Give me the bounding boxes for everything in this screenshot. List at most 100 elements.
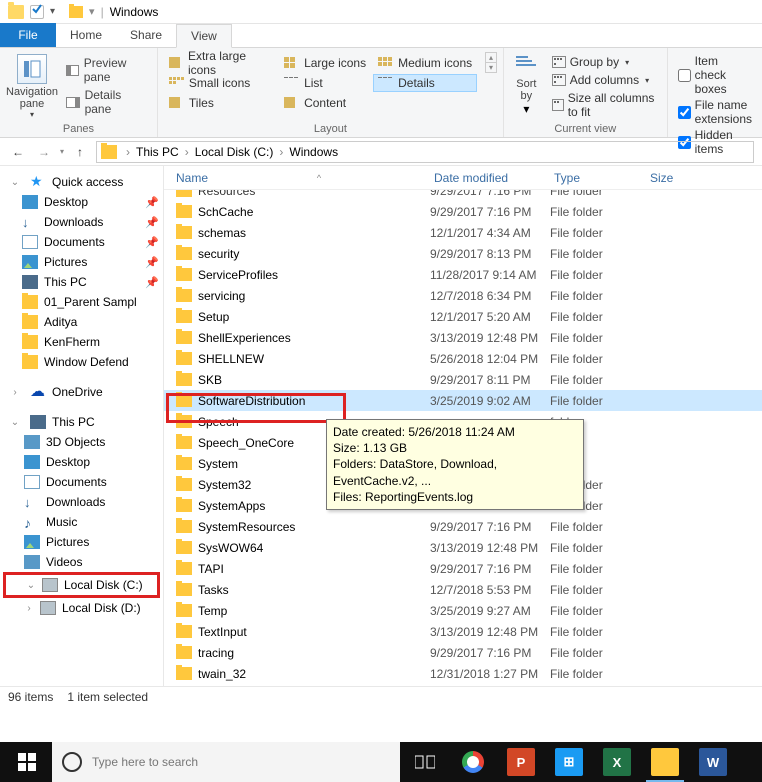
taskbar-explorer[interactable] — [642, 742, 688, 782]
taskbar-chrome[interactable] — [450, 742, 496, 782]
sidebar-folder[interactable]: KenFherm — [0, 332, 163, 352]
folder-icon — [176, 352, 192, 365]
qa-customize-icon[interactable]: ▾ — [89, 5, 95, 18]
sidebar-local-disk-c[interactable]: ⌄Local Disk (C:) — [6, 575, 157, 595]
qa-save-icon[interactable] — [30, 5, 44, 19]
size-columns-button[interactable]: Size all columns to fit — [549, 90, 661, 120]
folder-icon — [176, 625, 192, 638]
file-row[interactable]: security9/29/2017 8:13 PMFile folder — [164, 243, 762, 264]
qa-dropdown-icon[interactable]: ▾ — [50, 6, 55, 17]
layout-large[interactable]: Large icons — [279, 54, 371, 72]
layout-tiles[interactable]: Tiles — [164, 94, 277, 112]
start-button[interactable] — [4, 742, 50, 782]
sidebar-onedrive[interactable]: ›OneDrive — [0, 382, 163, 402]
chevron-down-icon: ▾ — [30, 110, 34, 119]
sidebar-pictures-2[interactable]: Pictures — [0, 532, 163, 552]
file-row[interactable]: TextInput3/13/2019 12:48 PMFile folder — [164, 621, 762, 642]
back-button[interactable]: ← — [8, 142, 28, 162]
layout-details[interactable]: Details — [373, 74, 477, 92]
task-view-button[interactable] — [402, 742, 448, 782]
file-row[interactable]: Resources9/29/2017 7:16 PMFile folder — [164, 190, 762, 201]
taskbar-search[interactable]: Type here to search — [52, 742, 400, 782]
folder-icon — [176, 394, 192, 407]
sort-by-button[interactable]: Sort by ▾ — [510, 52, 543, 123]
file-row[interactable]: tracing9/29/2017 7:16 PMFile folder — [164, 642, 762, 663]
column-date[interactable]: Date modified — [430, 166, 550, 189]
address-bar[interactable]: › This PC › Local Disk (C:) › Windows — [96, 141, 754, 163]
item-checkboxes-toggle[interactable]: Item check boxes — [678, 54, 752, 96]
sidebar-this-pc[interactable]: This PC📌 — [0, 272, 163, 292]
sidebar-downloads[interactable]: Downloads📌 — [0, 212, 163, 232]
tab-file[interactable]: File — [0, 23, 56, 47]
sidebar-local-disk-d[interactable]: ›Local Disk (D:) — [0, 598, 163, 618]
column-size[interactable]: Size — [646, 166, 762, 189]
column-headers: Name^ Date modified Type Size — [164, 166, 762, 190]
file-row[interactable]: SysWOW643/13/2019 12:48 PMFile folder — [164, 537, 762, 558]
sidebar-desktop[interactable]: Desktop📌 — [0, 192, 163, 212]
tab-view[interactable]: View — [176, 24, 232, 48]
sidebar-folder[interactable]: Aditya — [0, 312, 163, 332]
breadcrumb-windows[interactable]: Windows — [289, 145, 338, 159]
sidebar-desktop-2[interactable]: Desktop — [0, 452, 163, 472]
file-row[interactable]: SchCache9/29/2017 7:16 PMFile folder — [164, 201, 762, 222]
sidebar-folder[interactable]: 01_Parent Sampl — [0, 292, 163, 312]
layout-list[interactable]: List — [279, 74, 371, 92]
ribbon-tabs: File Home Share View — [0, 24, 762, 48]
column-type[interactable]: Type — [550, 166, 646, 189]
sidebar-pictures[interactable]: Pictures📌 — [0, 252, 163, 272]
sidebar-videos[interactable]: Videos — [0, 552, 163, 572]
folder-icon — [176, 268, 192, 281]
file-row[interactable]: ServiceProfiles11/28/2017 9:14 AMFile fo… — [164, 264, 762, 285]
layout-extra-large[interactable]: Extra large icons — [164, 54, 277, 72]
preview-pane-button[interactable]: Preview pane — [66, 56, 149, 84]
file-row[interactable]: SystemResources9/29/2017 7:16 PMFile fol… — [164, 516, 762, 537]
sidebar-3d-objects[interactable]: 3D Objects — [0, 432, 163, 452]
taskbar-appstore[interactable]: ⊞ — [546, 742, 592, 782]
file-row[interactable]: Tasks12/7/2018 5:53 PMFile folder — [164, 579, 762, 600]
tab-share[interactable]: Share — [116, 23, 176, 47]
file-row[interactable]: Temp3/25/2019 9:27 AMFile folder — [164, 600, 762, 621]
group-by-button[interactable]: Group by▾ — [549, 54, 661, 70]
file-row[interactable]: ShellExperiences3/13/2019 12:48 PMFile f… — [164, 327, 762, 348]
sidebar-music[interactable]: Music — [0, 512, 163, 532]
file-row[interactable]: TAPI9/29/2017 7:16 PMFile folder — [164, 558, 762, 579]
sidebar-documents[interactable]: Documents📌 — [0, 232, 163, 252]
sidebar-folder[interactable]: Window Defend — [0, 352, 163, 372]
details-pane-button[interactable]: Details pane — [66, 88, 149, 116]
file-row[interactable]: Vss9/29/2017 8:13 PMFile folder — [164, 684, 762, 686]
file-row[interactable]: SKB9/29/2017 8:11 PMFile folder — [164, 369, 762, 390]
layout-content[interactable]: Content — [279, 94, 371, 112]
column-name[interactable]: Name^ — [172, 166, 430, 189]
add-columns-button[interactable]: Add columns▾ — [549, 72, 661, 88]
up-button[interactable]: ↑ — [70, 142, 90, 162]
folder-icon — [176, 247, 192, 260]
folder-icon — [176, 562, 192, 575]
file-row[interactable]: servicing12/7/2018 6:34 PMFile folder — [164, 285, 762, 306]
file-row[interactable]: SHELLNEW5/26/2018 12:04 PMFile folder — [164, 348, 762, 369]
forward-button[interactable]: → — [34, 142, 54, 162]
taskbar-word[interactable]: W — [690, 742, 736, 782]
file-row[interactable]: schemas12/1/2017 4:34 AMFile folder — [164, 222, 762, 243]
file-row[interactable]: SoftwareDistribution3/25/2019 9:02 AMFil… — [164, 390, 762, 411]
sidebar-quick-access[interactable]: ⌄Quick access — [0, 172, 163, 192]
tab-home[interactable]: Home — [56, 23, 116, 47]
file-row[interactable]: Setup12/1/2017 5:20 AMFile folder — [164, 306, 762, 327]
sidebar-this-pc-2[interactable]: ⌄This PC — [0, 412, 163, 432]
folder-icon — [176, 415, 192, 428]
navigation-pane-button[interactable]: Navigation pane ▾ — [6, 52, 58, 123]
sidebar-documents-2[interactable]: Documents — [0, 472, 163, 492]
layout-scroll[interactable]: ▴▾ — [485, 52, 497, 73]
folder-icon — [176, 646, 192, 659]
sidebar-downloads-2[interactable]: Downloads — [0, 492, 163, 512]
folder-icon — [101, 145, 117, 159]
taskbar-excel[interactable]: X — [594, 742, 640, 782]
file-row[interactable]: twain_3212/31/2018 1:27 PMFile folder — [164, 663, 762, 684]
breadcrumb-this-pc[interactable]: This PC — [136, 145, 179, 159]
layout-medium[interactable]: Medium icons — [373, 54, 477, 72]
taskbar-powerpoint[interactable]: P — [498, 742, 544, 782]
history-dropdown[interactable]: ▾ — [60, 147, 64, 156]
layout-small[interactable]: Small icons — [164, 74, 277, 92]
file-extensions-toggle[interactable]: File name extensions — [678, 98, 752, 126]
breadcrumb-local-disk[interactable]: Local Disk (C:) — [195, 145, 274, 159]
file-tooltip: Date created: 5/26/2018 11:24 AMSize: 1.… — [326, 419, 584, 510]
